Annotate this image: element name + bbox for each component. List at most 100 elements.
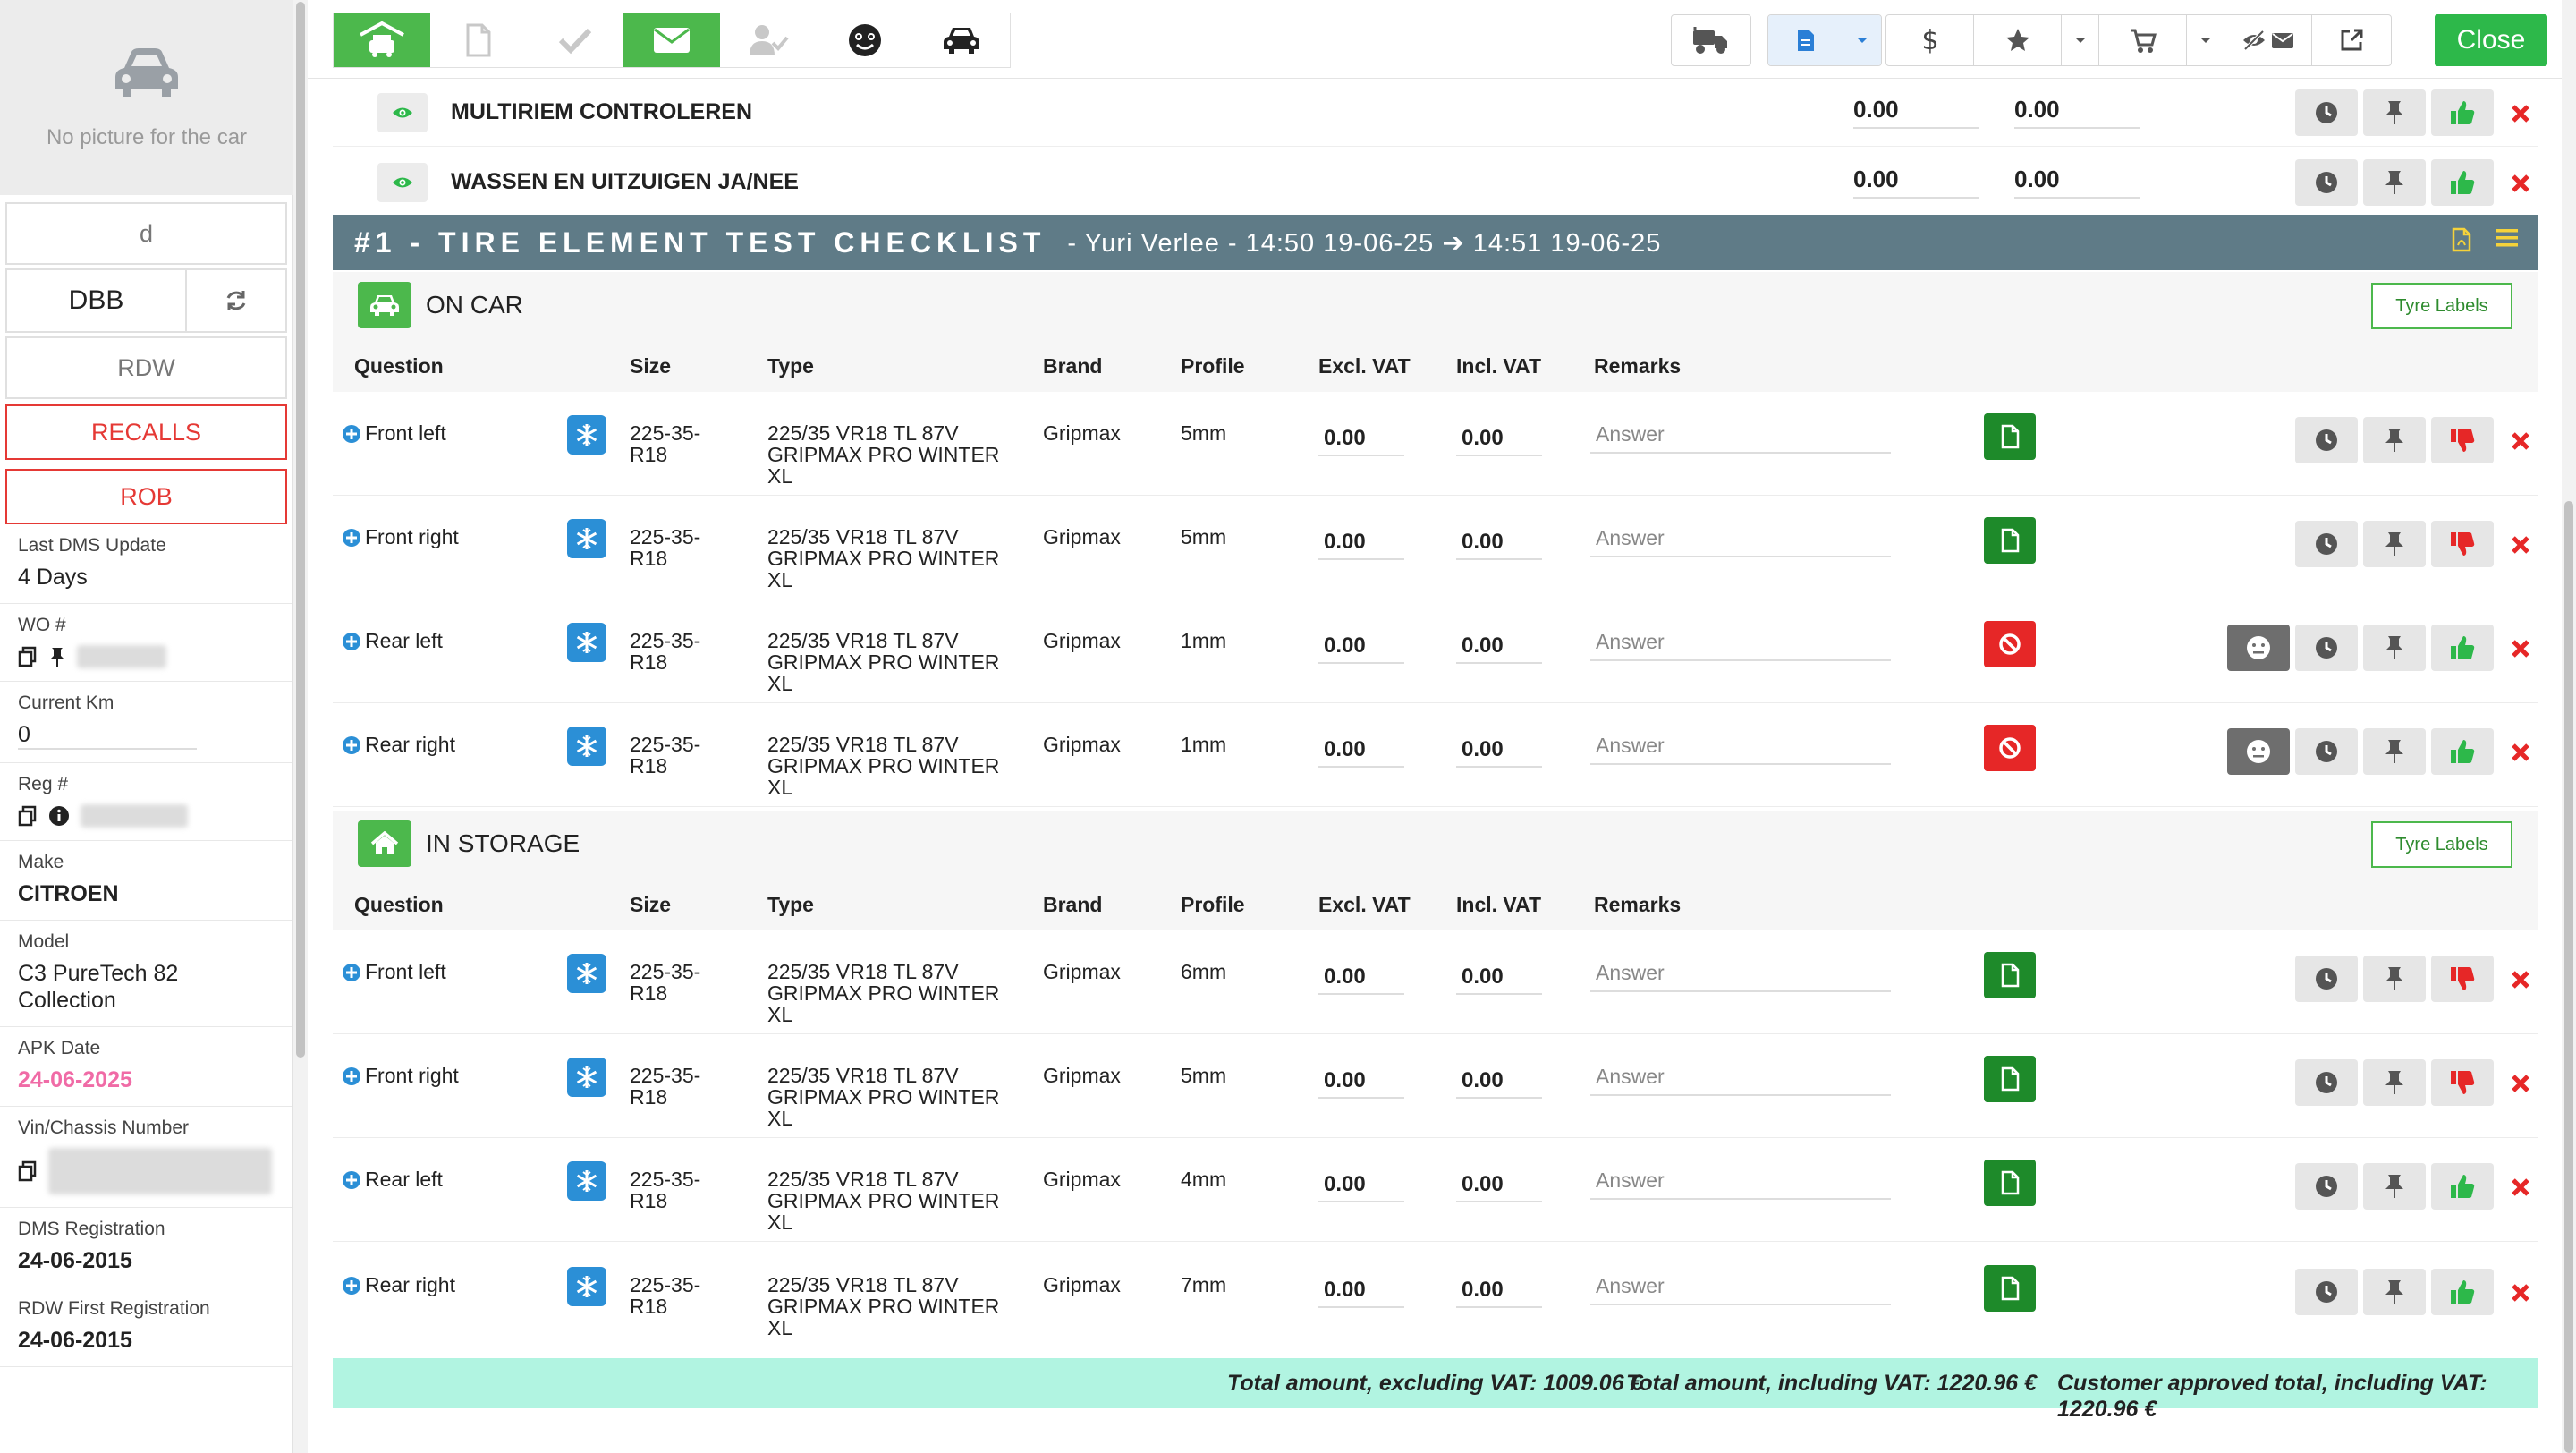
- reject-button[interactable]: [2431, 417, 2494, 463]
- tyre-labels-button[interactable]: Tyre Labels: [2371, 821, 2512, 868]
- pdf-icon[interactable]: [2451, 227, 2472, 252]
- pin-button[interactable]: [2363, 89, 2426, 136]
- history-button[interactable]: [2295, 1163, 2358, 1210]
- expand-button[interactable]: [342, 424, 361, 444]
- open-external-button[interactable]: [2312, 15, 2391, 65]
- excl-vat-input[interactable]: 0.00: [1318, 737, 1404, 768]
- recalls-button[interactable]: RECALLS: [5, 404, 287, 460]
- excl-vat-input[interactable]: 0.00: [1318, 426, 1404, 456]
- favorite-dropdown-caret[interactable]: [2062, 15, 2099, 65]
- history-button[interactable]: [2295, 1059, 2358, 1106]
- expand-button[interactable]: [342, 963, 361, 982]
- blocked-button[interactable]: [1984, 725, 2036, 771]
- step-garage[interactable]: [334, 13, 430, 67]
- remove-button[interactable]: [2507, 1279, 2534, 1306]
- pin-button[interactable]: [2363, 956, 2426, 1002]
- copy-icon[interactable]: [18, 646, 38, 667]
- approve-button[interactable]: [2431, 159, 2494, 206]
- approve-button[interactable]: [2431, 625, 2494, 671]
- approve-button[interactable]: [2431, 728, 2494, 775]
- dbb-button[interactable]: DBB: [7, 270, 187, 331]
- history-button[interactable]: [2295, 956, 2358, 1002]
- history-button[interactable]: [2295, 521, 2358, 567]
- history-button[interactable]: [2295, 728, 2358, 775]
- sidebar-scrollbar[interactable]: [293, 0, 308, 1453]
- incl-vat-input[interactable]: 0.00: [1456, 633, 1542, 664]
- step-car[interactable]: [913, 13, 1010, 67]
- history-button[interactable]: [2295, 1269, 2358, 1315]
- excl-vat-input[interactable]: 0.00: [1318, 530, 1404, 560]
- remarks-input[interactable]: Answer: [1590, 526, 1891, 557]
- approve-button[interactable]: [2431, 1269, 2494, 1315]
- favorite-button[interactable]: [1974, 15, 2062, 65]
- remarks-input[interactable]: Answer: [1590, 734, 1891, 765]
- expand-button[interactable]: [342, 1170, 361, 1190]
- expand-button[interactable]: [342, 1276, 361, 1296]
- document-button[interactable]: [1984, 517, 2036, 564]
- info-icon[interactable]: [48, 805, 70, 827]
- remarks-input[interactable]: Answer: [1590, 422, 1891, 454]
- document-button[interactable]: [1768, 15, 1843, 65]
- expand-button[interactable]: [342, 528, 361, 548]
- excl-vat-input[interactable]: 0.00: [1318, 633, 1404, 664]
- copy-icon[interactable]: [18, 1160, 38, 1182]
- history-button[interactable]: [2295, 89, 2358, 136]
- current-km-input[interactable]: 0: [18, 721, 197, 750]
- tyre-labels-button[interactable]: Tyre Labels: [2371, 283, 2512, 329]
- menu-icon[interactable]: [2496, 227, 2519, 249]
- main-scrollbar[interactable]: [2562, 0, 2576, 1453]
- excl-vat-input[interactable]: 0.00: [1318, 964, 1404, 995]
- remove-button[interactable]: [2507, 739, 2534, 766]
- remove-button[interactable]: [2507, 170, 2534, 197]
- incl-vat-input[interactable]: 0.00: [1456, 426, 1542, 456]
- expand-button[interactable]: [342, 735, 361, 755]
- reject-button[interactable]: [2431, 1059, 2494, 1106]
- excl-vat-input[interactable]: 0.00: [1318, 1278, 1404, 1308]
- customer-field[interactable]: d: [5, 202, 287, 265]
- incl-vat-input[interactable]: 0.00: [1456, 1172, 1542, 1202]
- pin-button[interactable]: [2363, 728, 2426, 775]
- hide-mail-button[interactable]: [2224, 15, 2312, 65]
- rdw-button[interactable]: RDW: [5, 336, 287, 399]
- pin-button[interactable]: [2363, 625, 2426, 671]
- pin-button[interactable]: [2363, 1059, 2426, 1106]
- pin-button[interactable]: [2363, 1269, 2426, 1315]
- remove-button[interactable]: [2507, 1070, 2534, 1097]
- remarks-input[interactable]: Answer: [1590, 961, 1891, 992]
- blocked-button[interactable]: [1984, 621, 2036, 667]
- remarks-input[interactable]: Answer: [1590, 1274, 1891, 1305]
- pin-button[interactable]: [2363, 417, 2426, 463]
- document-button[interactable]: [1984, 413, 2036, 460]
- pin-icon[interactable]: [48, 646, 66, 667]
- document-dropdown-caret[interactable]: [1843, 15, 1881, 65]
- tow-truck-button[interactable]: [1672, 15, 1750, 65]
- pin-button[interactable]: [2363, 1163, 2426, 1210]
- approve-button[interactable]: [2431, 89, 2494, 136]
- history-button[interactable]: [2295, 417, 2358, 463]
- incl-vat-input[interactable]: 0.00: [1456, 1278, 1542, 1308]
- step-user-check[interactable]: [720, 13, 817, 67]
- step-smiley[interactable]: [817, 13, 913, 67]
- document-button[interactable]: [1984, 1056, 2036, 1102]
- excl-vat-input[interactable]: 0.00: [1318, 1172, 1404, 1202]
- remarks-input[interactable]: Answer: [1590, 1168, 1891, 1200]
- document-button[interactable]: [1984, 1160, 2036, 1206]
- price-button[interactable]: $: [1886, 15, 1974, 65]
- incl-vat-input[interactable]: 0.00: [1456, 530, 1542, 560]
- document-button[interactable]: [1984, 1265, 2036, 1312]
- cart-dropdown-caret[interactable]: [2187, 15, 2224, 65]
- incl-vat-input[interactable]: 0.00: [2014, 96, 2140, 129]
- remarks-input[interactable]: Answer: [1590, 630, 1891, 661]
- pin-button[interactable]: [2363, 159, 2426, 206]
- pin-button[interactable]: [2363, 521, 2426, 567]
- expand-button[interactable]: [342, 1066, 361, 1086]
- incl-vat-input[interactable]: 0.00: [2014, 166, 2140, 199]
- refresh-button[interactable]: [187, 270, 285, 331]
- copy-icon[interactable]: [18, 805, 38, 827]
- neutral-rating-button[interactable]: [2227, 728, 2290, 775]
- cart-button[interactable]: [2099, 15, 2187, 65]
- step-check[interactable]: [527, 13, 623, 67]
- incl-vat-input[interactable]: 0.00: [1456, 1068, 1542, 1099]
- remove-button[interactable]: [2507, 428, 2534, 455]
- neutral-rating-button[interactable]: [2227, 625, 2290, 671]
